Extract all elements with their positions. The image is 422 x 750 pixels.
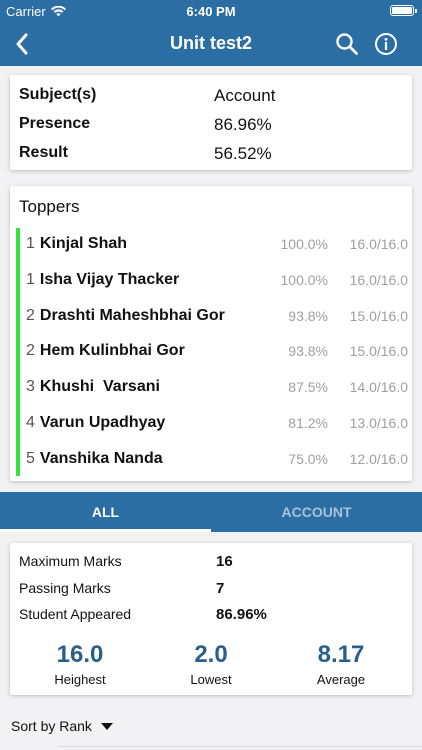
topper-rank: 1 xyxy=(26,235,35,252)
highest-metric: 16.0 Heighest xyxy=(13,641,147,687)
search-button[interactable] xyxy=(333,30,361,58)
topper-rank: 3 xyxy=(26,378,35,395)
subject-label: Subject(s) xyxy=(19,86,97,103)
toppers-card: Toppers 1 Kinjal Shah 100.0% 16.0/16.0 1… xyxy=(10,186,412,481)
topper-percent: 93.8% xyxy=(288,343,328,359)
topper-marks: 12.0/16.0 xyxy=(349,451,408,467)
max-marks-value: 16 xyxy=(216,553,233,570)
topper-marks: 16.0/16.0 xyxy=(349,236,408,252)
student-appeared-value: 86.96% xyxy=(216,606,267,623)
max-marks-row: Maximum Marks 16 xyxy=(19,553,233,570)
lowest-value: 2.0 xyxy=(194,641,228,668)
stats-card: Maximum Marks 16 Passing Marks 7 Student… xyxy=(10,543,412,695)
topper-row[interactable]: 1 Isha Vijay Thacker 100.0% 16.0/16.0 xyxy=(26,268,408,292)
topper-row[interactable]: 5 Vanshika Nanda 75.0% 12.0/16.0 xyxy=(26,447,408,471)
tab-account[interactable]: ACCOUNT xyxy=(211,492,422,532)
lowest-label: Lowest xyxy=(190,672,232,687)
presence-value: 86.96% xyxy=(214,115,272,134)
topper-rank: 2 xyxy=(26,342,35,359)
search-icon xyxy=(336,33,358,55)
topper-marks: 13.0/16.0 xyxy=(349,415,408,431)
topper-marks: 14.0/16.0 xyxy=(349,379,408,395)
toppers-heading: Toppers xyxy=(19,197,80,216)
navigation-bar: Unit test2 xyxy=(0,22,422,66)
topper-percent: 100.0% xyxy=(280,236,328,252)
topper-row[interactable]: 4 Varun Upadhyay 81.2% 13.0/16.0 xyxy=(26,411,408,435)
topper-percent: 81.2% xyxy=(288,415,328,431)
caret-down-icon xyxy=(100,722,113,730)
passing-marks-value: 7 xyxy=(216,580,225,597)
topper-name: Kinjal Shah xyxy=(39,235,128,252)
info-icon xyxy=(375,33,397,55)
result-value: 56.52% xyxy=(214,144,272,163)
topper-name: Drashti Maheshbhai Gor xyxy=(39,307,225,324)
result-label: Result xyxy=(19,144,68,161)
topper-row[interactable]: 2 Hem Kulinbhai Gor 93.8% 15.0/16.0 xyxy=(26,339,408,363)
topper-name: Isha Vijay Thacker xyxy=(39,271,180,288)
subject-row: Subject(s) Account xyxy=(19,86,409,106)
summary-card: Subject(s) Account Presence 86.96% Resul… xyxy=(10,75,412,170)
presence-label: Presence xyxy=(19,115,91,132)
clock: 6:40 PM xyxy=(186,4,236,19)
student-appeared-label: Student Appeared xyxy=(19,606,132,622)
topper-name: Khushi Varsani xyxy=(39,378,160,395)
toppers-accent-bar xyxy=(16,228,20,476)
topper-row[interactable]: 3 Khushi Varsani 87.5% 14.0/16.0 xyxy=(26,375,408,399)
topper-percent: 100.0% xyxy=(280,272,328,288)
passing-marks-row: Passing Marks 7 xyxy=(19,580,224,597)
max-marks-label: Maximum Marks xyxy=(19,553,122,569)
divider xyxy=(58,746,422,747)
sort-dropdown[interactable]: Sort by Rank xyxy=(11,718,113,734)
topper-name: Vanshika Nanda xyxy=(39,450,163,467)
topper-percent: 75.0% xyxy=(288,451,328,467)
active-tab-indicator xyxy=(0,529,211,532)
topper-rank: 2 xyxy=(26,307,35,324)
topper-percent: 87.5% xyxy=(288,379,328,395)
topper-row[interactable]: 1 Kinjal Shah 100.0% 16.0/16.0 xyxy=(26,232,408,256)
average-value: 8.17 xyxy=(317,641,365,668)
lowest-metric: 2.0 Lowest xyxy=(144,641,278,687)
topper-row[interactable]: 2 Drashti Maheshbhai Gor 93.8% 15.0/16.0 xyxy=(26,304,408,328)
topper-rank: 5 xyxy=(26,450,35,467)
passing-marks-label: Passing Marks xyxy=(19,580,111,596)
topper-name: Varun Upadhyay xyxy=(39,414,166,431)
student-appeared-row: Student Appeared 86.96% xyxy=(19,606,267,623)
topper-rank: 4 xyxy=(26,414,35,431)
presence-row: Presence 86.96% xyxy=(19,115,409,135)
sort-label: Sort by Rank xyxy=(11,718,92,734)
battery-icon xyxy=(390,5,417,16)
topper-marks: 15.0/16.0 xyxy=(349,308,408,324)
subject-value: Account xyxy=(214,86,276,105)
result-row: Result 56.52% xyxy=(19,144,409,164)
topper-rank: 1 xyxy=(26,271,35,288)
average-metric: 8.17 Average xyxy=(274,641,408,687)
highest-label: Heighest xyxy=(54,672,106,687)
highest-value: 16.0 xyxy=(56,641,104,668)
topper-name: Hem Kulinbhai Gor xyxy=(39,342,185,359)
tab-all[interactable]: ALL xyxy=(0,492,211,532)
average-label: Average xyxy=(316,672,366,687)
topper-percent: 93.8% xyxy=(288,308,328,324)
subject-tabs: ALL ACCOUNT xyxy=(0,492,422,532)
topper-marks: 15.0/16.0 xyxy=(349,343,408,359)
status-bar: Carrier 6:40 PM xyxy=(0,0,422,22)
info-button[interactable] xyxy=(372,30,400,58)
topper-marks: 16.0/16.0 xyxy=(349,272,408,288)
